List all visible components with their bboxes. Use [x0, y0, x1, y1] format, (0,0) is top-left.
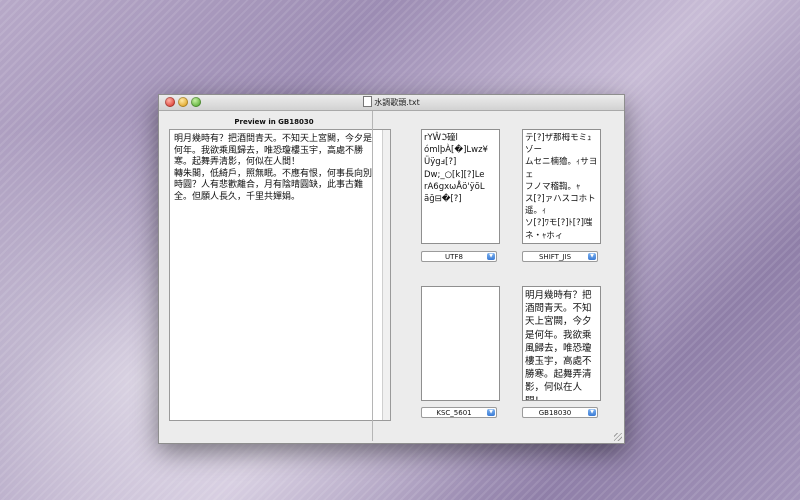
encoding-select-label: GB18030 — [538, 409, 572, 417]
split-divider[interactable] — [372, 111, 373, 441]
encoding-select-label: KSC_5601 — [436, 409, 472, 417]
encoding-select-ksc5601[interactable]: KSC_5601 ▼ — [421, 407, 497, 418]
encoding-select-label: SHIFT_JIS — [538, 253, 572, 261]
window-title: 水調歌頭.txt — [374, 98, 420, 107]
encoding-preview-text: rYŴℑ䃥l ómlþÀ[�]Lwz¥ Üÿgⅎ[?] Dw;_○[k][?]L… — [424, 133, 488, 205]
encoding-select-label: UTF8 — [445, 253, 463, 261]
encoding-preview-text: 明月幾時有？把 酒問青天。不知 天上宮闕，今夕 是何年。我欲乘 風歸去，唯恐瓊 … — [525, 290, 592, 400]
encoding-select-utf8[interactable]: UTF8 ▼ — [421, 251, 497, 262]
encoding-preview-ksc5601[interactable] — [421, 286, 500, 401]
title-bar[interactable]: 水調歌頭.txt — [159, 95, 624, 111]
preview-text: 明月幾時有？把酒問青天。不知天上宮闕，今夕是何年。我欲乘風歸去，唯恐瓊樓玉宇，高… — [174, 134, 373, 202]
window-title-wrapper: 水調歌頭.txt — [159, 96, 624, 108]
encoding-select-shift-jis[interactable]: SHIFT_JIS ▼ — [522, 251, 598, 262]
chevron-down-icon: ▼ — [588, 409, 596, 416]
main-window: 水調歌頭.txt Preview in GB18030 明月幾時有？把酒問青天。… — [158, 94, 625, 444]
encoding-preview-text: テ[?]ザ那栂モミｭゾー ムセニ楠獪。ｨサヨェ フノマ稽鞫。ｬ ス[?]ァハスコ… — [525, 133, 598, 243]
chevron-down-icon: ▼ — [487, 253, 495, 260]
encoding-preview-gb18030[interactable]: 明月幾時有？把 酒問青天。不知 天上宮闕，今夕 是何年。我欲乘 風歸去，唯恐瓊 … — [522, 286, 601, 401]
document-icon — [363, 96, 373, 107]
preview-text-area[interactable]: 明月幾時有？把酒問青天。不知天上宮闕，今夕是何年。我欲乘風歸去，唯恐瓊樓玉宇，高… — [169, 129, 391, 421]
chevron-down-icon: ▼ — [487, 409, 495, 416]
preview-scrollbar[interactable] — [382, 130, 390, 420]
encoding-select-gb18030[interactable]: GB18030 ▼ — [522, 407, 598, 418]
encoding-preview-shift-jis[interactable]: テ[?]ザ那栂モミｭゾー ムセニ楠獪。ｨサヨェ フノマ稽鞫。ｬ ス[?]ァハスコ… — [522, 129, 601, 244]
preview-heading: Preview in GB18030 — [234, 118, 314, 126]
resize-handle[interactable] — [614, 433, 622, 441]
encoding-preview-utf8[interactable]: rYŴℑ䃥l ómlþÀ[�]Lwz¥ Üÿgⅎ[?] Dw;_○[k][?]L… — [421, 129, 500, 244]
chevron-down-icon: ▼ — [588, 253, 596, 260]
